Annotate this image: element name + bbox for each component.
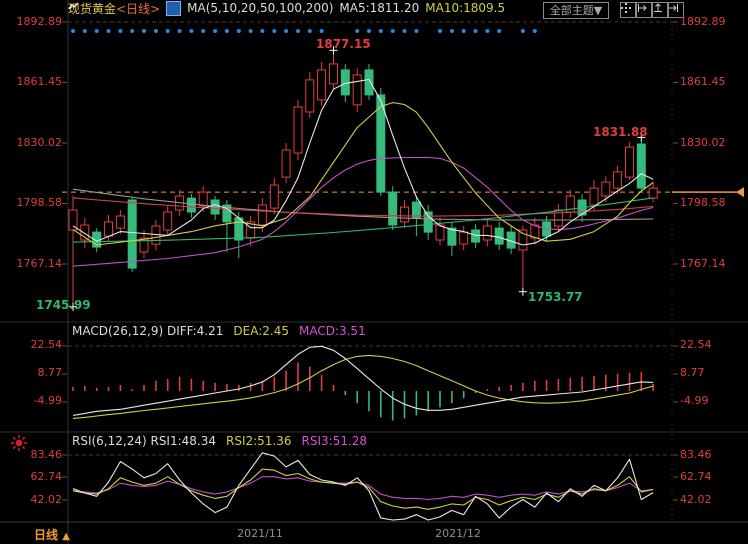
move-tool-icon[interactable] [620,2,636,18]
price-axis-label: 1830.02 [680,136,744,149]
macd-diff-value: MACD(26,12,9) DIFF:4.21 [72,324,223,338]
rsi2-value: RSI2:51.36 [226,434,292,448]
rsi-axis-label: 42.02 [0,493,62,506]
triangle-up-icon: ▲ [62,531,70,542]
period-label: 日线 [34,528,58,542]
period-tag: <日线> [116,0,160,17]
rsi-axis-label: 83.46 [0,448,62,461]
mini-chart-icon[interactable] [166,1,181,16]
price-axis-label: 1892.89 [680,15,744,28]
macd-dea-value: DEA:2.45 [233,324,289,338]
rsi-axis-label: 62.74 [680,470,744,483]
price-axis-label: 1767.14 [680,257,744,270]
macd-axis-label: -4.99 [680,394,744,407]
symbol-period: 现货黄金<日线> [68,0,160,17]
ma10-value: MA10:1809.5 [425,1,505,15]
ma5-value: MA5:1811.20 [339,1,419,15]
macd-macd-value: MACD:3.51 [299,324,366,338]
macd-axis-label: 22.54 [0,338,62,351]
ma-settings-label: MA(5,10,20,50,100,200) [187,1,333,15]
scale-y-icon[interactable] [652,2,668,18]
macd-axis-label: 8.77 [680,366,744,379]
trading-chart-window: 现货黄金<日线> MA(5,10,20,50,100,200) MA5:1811… [0,0,748,544]
price-axis-label: 1798.58 [0,196,62,209]
rsi-header: RSI(6,12,24) RSI1:48.34 RSI2:51.36 RSI3:… [72,434,367,448]
rsi1-value: RSI(6,12,24) RSI1:48.34 [72,434,216,448]
price-axis-label: 1767.14 [0,257,62,270]
chart-header: 现货黄金<日线> MA(5,10,20,50,100,200) MA5:1811… [68,1,505,15]
theme-select-button[interactable]: 全部主题▼ [543,2,609,19]
chart-canvas[interactable] [0,0,748,544]
macd-axis-label: 8.77 [0,366,62,379]
recent-high-annotation: 1831.88 [593,125,648,139]
price-axis-label: 1830.02 [0,136,62,149]
swing-low-annotation: 1753.77 [528,290,583,304]
price-axis-label: 1798.58 [680,196,744,209]
rsi-axis-label: 42.02 [680,493,744,506]
x-axis-tick: 2021/11 [232,527,288,540]
price-axis-label: 1861.45 [0,75,62,88]
macd-axis-label: 22.54 [680,338,744,351]
high-price-annotation: 1877.15 [316,37,371,51]
price-axis-label: 1861.45 [680,75,744,88]
price-axis-label: 1892.89 [0,15,62,28]
period-selector[interactable]: 日线 ▲ [34,526,70,543]
macd-axis-label: -4.99 [0,394,62,407]
rsi3-value: RSI3:51.28 [302,434,368,448]
rsi-axis-label: 62.74 [0,470,62,483]
min-price-annotation: 1745.99 [36,298,91,312]
rsi-axis-label: 83.46 [680,448,744,461]
x-axis-tick: 2021/12 [430,527,486,540]
scale-x-icon[interactable] [636,2,652,18]
macd-header: MACD(26,12,9) DIFF:4.21 DEA:2.45 MACD:3.… [72,324,366,338]
